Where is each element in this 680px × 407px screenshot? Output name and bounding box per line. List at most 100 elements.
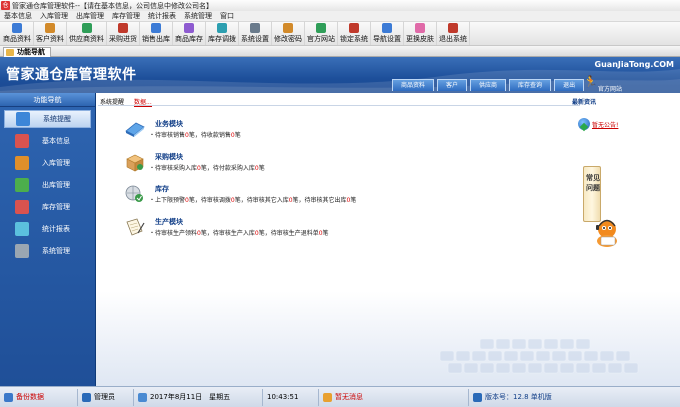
- toolbar-button[interactable]: 商品资料: [1, 21, 34, 45]
- panel-header: 功能导航: [0, 46, 680, 57]
- nav-item[interactable]: 入库管理: [0, 152, 95, 174]
- toolbar-button[interactable]: 客户资料: [34, 21, 67, 45]
- menu-item[interactable]: 出库管理: [72, 11, 108, 21]
- news-item[interactable]: 暂无公告!: [578, 117, 678, 131]
- desc-text: 笔，待审核生产入库: [200, 230, 255, 237]
- news-text: 暂无公告!: [592, 121, 619, 129]
- window-title: 管家通仓库管理软件--【请在基本信息，公司信息中修改公司名】: [12, 1, 214, 10]
- nav-item-label: 系统提醒: [43, 115, 71, 123]
- backup-data-button[interactable]: 备份数据: [0, 388, 78, 406]
- desc-text: 笔，待收款销售: [188, 132, 231, 139]
- toolbar-button[interactable]: 商品库存: [173, 21, 206, 45]
- desc-text: ・待审核采购入库: [149, 165, 198, 172]
- nav-item-label: 基本信息: [42, 137, 70, 145]
- nav-item-label: 入库管理: [42, 159, 70, 167]
- desc-text: 笔，待审核生产退料单: [258, 230, 319, 237]
- toolbar-button[interactable]: 更换皮肤: [404, 21, 437, 45]
- module-title[interactable]: 库存: [155, 184, 169, 194]
- module-business: 业务模块 ・待审核销售0笔，待收款销售0笔: [124, 119, 484, 141]
- toolbar-button[interactable]: 系统设置: [239, 21, 272, 45]
- user-icon: [82, 392, 91, 402]
- nav-item-label: 系统管理: [42, 247, 70, 255]
- nav-item[interactable]: 系统管理: [0, 240, 95, 262]
- supplier-icon: [81, 23, 92, 33]
- toolbar-button-label: 官方网站: [307, 35, 335, 43]
- toolbar-button[interactable]: 采购进货: [107, 21, 140, 45]
- banner-tab[interactable]: 商品资料: [392, 79, 435, 91]
- nav-settings-icon: [382, 23, 392, 33]
- menu-item[interactable]: 基本信息: [0, 11, 36, 21]
- password-icon: [283, 23, 293, 33]
- nav-item[interactable]: 系统提醒: [4, 110, 91, 128]
- faq-widget[interactable]: 常见问题: [583, 166, 621, 276]
- banner-tab[interactable]: 供应商: [470, 79, 507, 91]
- version-info: 版本号：12.8 单机版: [469, 389, 556, 406]
- date-label: 2017年8月11日 星期五: [150, 393, 231, 401]
- person-icon: 🏃: [583, 75, 598, 89]
- toolbar-button-label: 退出系统: [439, 35, 467, 43]
- module-title[interactable]: 生产模块: [155, 217, 183, 227]
- nav-item[interactable]: 出库管理: [0, 174, 95, 196]
- folder-icon: [6, 49, 14, 56]
- nav-item-label: 库存管理: [42, 203, 70, 211]
- transfer-icon: [217, 23, 227, 33]
- official-site-link[interactable]: 🏃 官方网站: [583, 75, 643, 93]
- version-label: 版本号：12.8 单机版: [485, 393, 552, 401]
- window-title-bar: 仓 管家通仓库管理软件--【请在基本信息，公司信息中修改公司名】: [0, 0, 680, 11]
- basic-info-icon: [15, 134, 29, 148]
- module-title[interactable]: 采购模块: [155, 152, 183, 162]
- toolbar-button[interactable]: 官方网站: [305, 21, 338, 45]
- report-icon: [15, 222, 29, 236]
- document-pen-icon: [126, 218, 145, 236]
- message-notice[interactable]: 暂无消息: [319, 388, 469, 406]
- keyboard-decoration: [439, 338, 639, 374]
- desc-text: 笔，待付款采购入库: [200, 165, 255, 172]
- message-icon: [323, 392, 332, 402]
- nav-header: 功能导航: [0, 93, 95, 107]
- banner-tab[interactable]: 库存查询: [509, 79, 552, 91]
- desc-text: 笔，待审核其它入库: [234, 197, 289, 204]
- toolbar-button[interactable]: 退出系统: [437, 21, 470, 45]
- stock-out-icon: [15, 178, 29, 192]
- faq-label: 常见问题: [586, 174, 600, 192]
- toolbar-button[interactable]: 库存调拨: [206, 21, 239, 45]
- nav-item[interactable]: 库存管理: [0, 196, 95, 218]
- banner-tab[interactable]: 客户: [437, 79, 468, 91]
- nav-item[interactable]: 基本信息: [0, 130, 95, 152]
- module-purchase: 采购模块 ・待审核采购入库0笔，待付款采购入库0笔: [124, 152, 484, 174]
- toolbar-button-label: 商品库存: [175, 35, 203, 43]
- tab-function-nav[interactable]: 功能导航: [3, 47, 51, 57]
- module-desc: ・待审核生产领料0笔，待审核生产入库0笔，待审核生产退料单0笔: [149, 228, 329, 237]
- toolbar-button[interactable]: 修改密码: [272, 21, 305, 45]
- menu-item[interactable]: 统计报表: [144, 11, 180, 21]
- nav-item-label: 统计报表: [42, 225, 70, 233]
- nav-item[interactable]: 统计报表: [0, 218, 95, 240]
- message-label: 暂无消息: [335, 393, 363, 401]
- module-desc: ・待审核采购入库0笔，待付款采购入库0笔: [149, 163, 265, 172]
- toolbar-button-label: 供应商资料: [69, 35, 104, 43]
- stock-in-icon: [15, 156, 29, 170]
- module-title[interactable]: 业务模块: [155, 119, 183, 129]
- toolbar-button[interactable]: 供应商资料: [67, 21, 107, 45]
- toolbar-button-label: 修改密码: [274, 35, 302, 43]
- desc-text: 笔: [258, 165, 265, 172]
- banner-tab[interactable]: 退出: [554, 79, 585, 91]
- settings-icon: [250, 23, 260, 33]
- toolbar-button[interactable]: 导航设置: [371, 21, 404, 45]
- menu-item[interactable]: 窗口: [216, 11, 238, 21]
- menu-item[interactable]: 入库管理: [36, 11, 72, 21]
- skin-icon: [415, 23, 425, 33]
- toolbar-button[interactable]: 锁定系统: [338, 21, 371, 45]
- news-title: 最新资讯: [572, 99, 597, 106]
- toolbar-button-label: 客户资料: [36, 35, 64, 43]
- book-icon: [125, 122, 145, 137]
- menu-item[interactable]: 库存管理: [108, 11, 144, 21]
- divider: [98, 105, 580, 106]
- desc-text: ・待审核销售: [149, 132, 186, 139]
- toolbar-button[interactable]: 销售出库: [140, 21, 173, 45]
- app-banner: 管家通仓库管理软件 GuanJiaTong.COM 商品资料 客户 供应商 库存查询退…: [0, 57, 680, 93]
- menu-item[interactable]: 系统管理: [180, 11, 216, 21]
- purchase-icon: [118, 23, 128, 33]
- alert-icon: [16, 112, 30, 126]
- sales-out-icon: [151, 23, 161, 33]
